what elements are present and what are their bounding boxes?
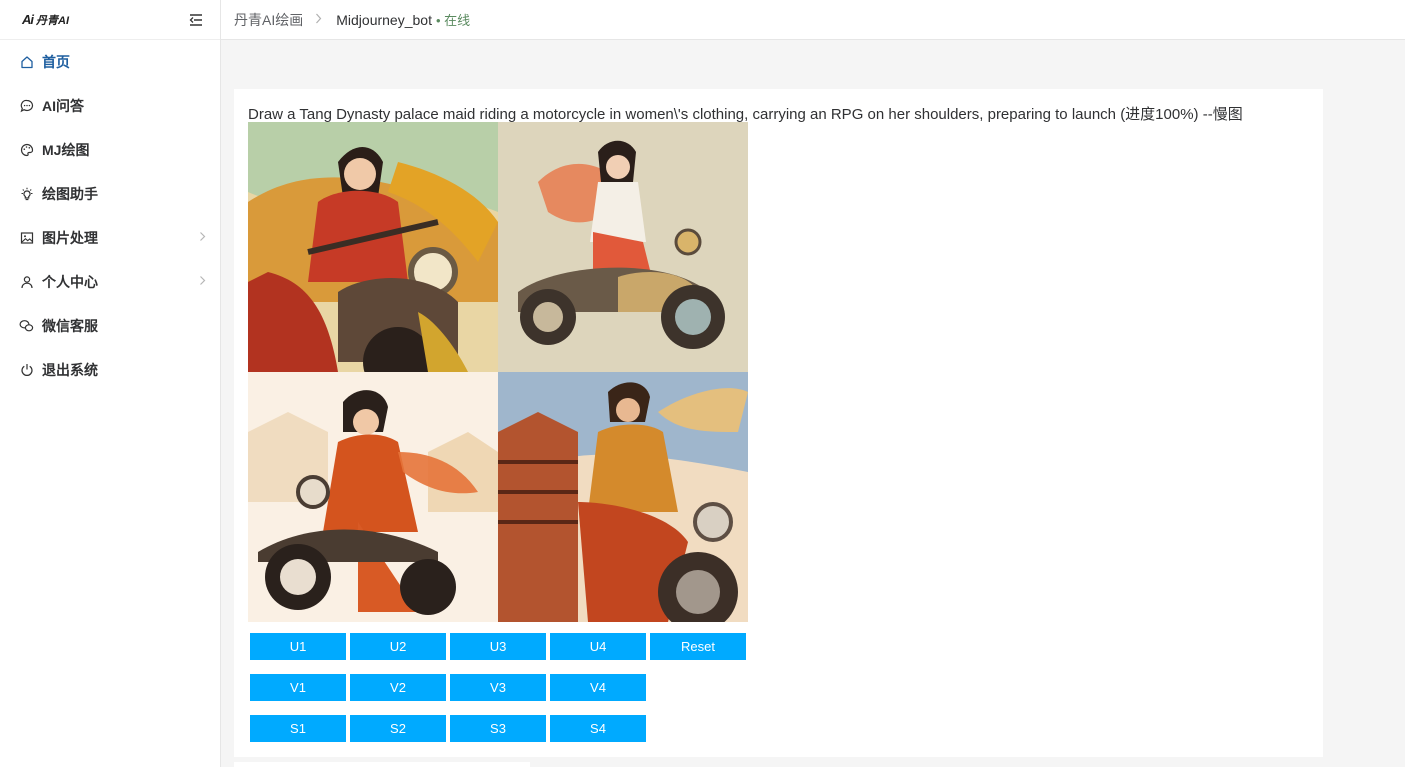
sidebar-item-label: 个人中心	[42, 274, 98, 290]
sidebar-item-wechat-service[interactable]: 微信客服	[0, 304, 220, 348]
sidebar-item-label: 图片处理	[42, 230, 98, 246]
breadcrumb-root[interactable]: 丹青AI绘画	[234, 10, 303, 30]
generated-image-1[interactable]	[248, 122, 498, 372]
lightbulb-icon	[19, 187, 34, 202]
u3-button[interactable]: U3	[450, 633, 546, 660]
generated-image-2[interactable]	[498, 122, 748, 372]
header: 丹青AI绘画 Midjourney_bot • 在线	[221, 0, 1405, 40]
sidebar-item-label: MJ绘图	[42, 142, 90, 158]
logo[interactable]: Ai 丹青AI	[22, 12, 69, 28]
u2-button[interactable]: U2	[350, 633, 446, 660]
sidebar: Ai 丹青AI 首页 AI问答 MJ绘图 绘图助手 图片处理 个人中心 微信客服…	[0, 0, 221, 767]
s3-button[interactable]: S3	[450, 715, 546, 742]
image-grid	[248, 122, 748, 622]
sidebar-item-label: 微信客服	[42, 318, 98, 334]
generated-image-4[interactable]	[498, 372, 748, 622]
sub-button-row: S1 S2 S3 S4	[250, 715, 646, 742]
power-icon	[19, 363, 34, 378]
sidebar-item-label: 绘图助手	[42, 186, 98, 202]
user-icon	[19, 275, 34, 290]
logo-mark: Ai	[22, 12, 34, 27]
v3-button[interactable]: V3	[450, 674, 546, 701]
chat-bubble-icon	[19, 99, 34, 114]
wechat-icon	[19, 319, 34, 334]
sidebar-menu: 首页 AI问答 MJ绘图 绘图助手 图片处理 个人中心 微信客服 退出系统	[0, 40, 220, 392]
chevron-right-icon	[199, 232, 206, 245]
s2-button[interactable]: S2	[350, 715, 446, 742]
logo-name: 丹青AI	[36, 14, 69, 27]
sidebar-item-ai-qa[interactable]: AI问答	[0, 84, 220, 128]
sidebar-item-mj-draw[interactable]: MJ绘图	[0, 128, 220, 172]
sidebar-item-label: 退出系统	[42, 362, 98, 378]
generated-image-3[interactable]	[248, 372, 498, 622]
sidebar-item-label: 首页	[42, 54, 70, 70]
u4-button[interactable]: U4	[550, 633, 646, 660]
v2-button[interactable]: V2	[350, 674, 446, 701]
bot-name: Midjourney_bot	[336, 11, 432, 28]
online-status: • 在线	[435, 13, 471, 28]
chevron-right-icon	[315, 13, 322, 27]
image-icon	[19, 231, 34, 246]
prompt-text: Draw a Tang Dynasty palace maid riding a…	[248, 106, 1243, 123]
s1-button[interactable]: S1	[250, 715, 346, 742]
reset-button[interactable]: Reset	[650, 633, 746, 660]
collapse-sidebar-icon[interactable]	[188, 13, 204, 27]
message-card: Draw a Tang Dynasty palace maid riding a…	[234, 89, 1323, 757]
sidebar-item-draw-assistant[interactable]: 绘图助手	[0, 172, 220, 216]
sidebar-item-label: AI问答	[42, 98, 84, 114]
variation-button-row: V1 V2 V3 V4	[250, 674, 646, 701]
chevron-right-icon	[199, 276, 206, 289]
home-icon	[19, 55, 34, 70]
logo-bar: Ai 丹青AI	[0, 0, 220, 40]
palette-icon	[19, 143, 34, 158]
next-message-card	[234, 762, 530, 767]
sidebar-item-home[interactable]: 首页	[0, 40, 220, 84]
upscale-button-row: U1 U2 U3 U4 Reset	[250, 633, 746, 660]
v4-button[interactable]: V4	[550, 674, 646, 701]
sidebar-item-image-processing[interactable]: 图片处理	[0, 216, 220, 260]
v1-button[interactable]: V1	[250, 674, 346, 701]
sidebar-item-logout[interactable]: 退出系统	[0, 348, 220, 392]
u1-button[interactable]: U1	[250, 633, 346, 660]
sidebar-item-personal-center[interactable]: 个人中心	[0, 260, 220, 304]
s4-button[interactable]: S4	[550, 715, 646, 742]
